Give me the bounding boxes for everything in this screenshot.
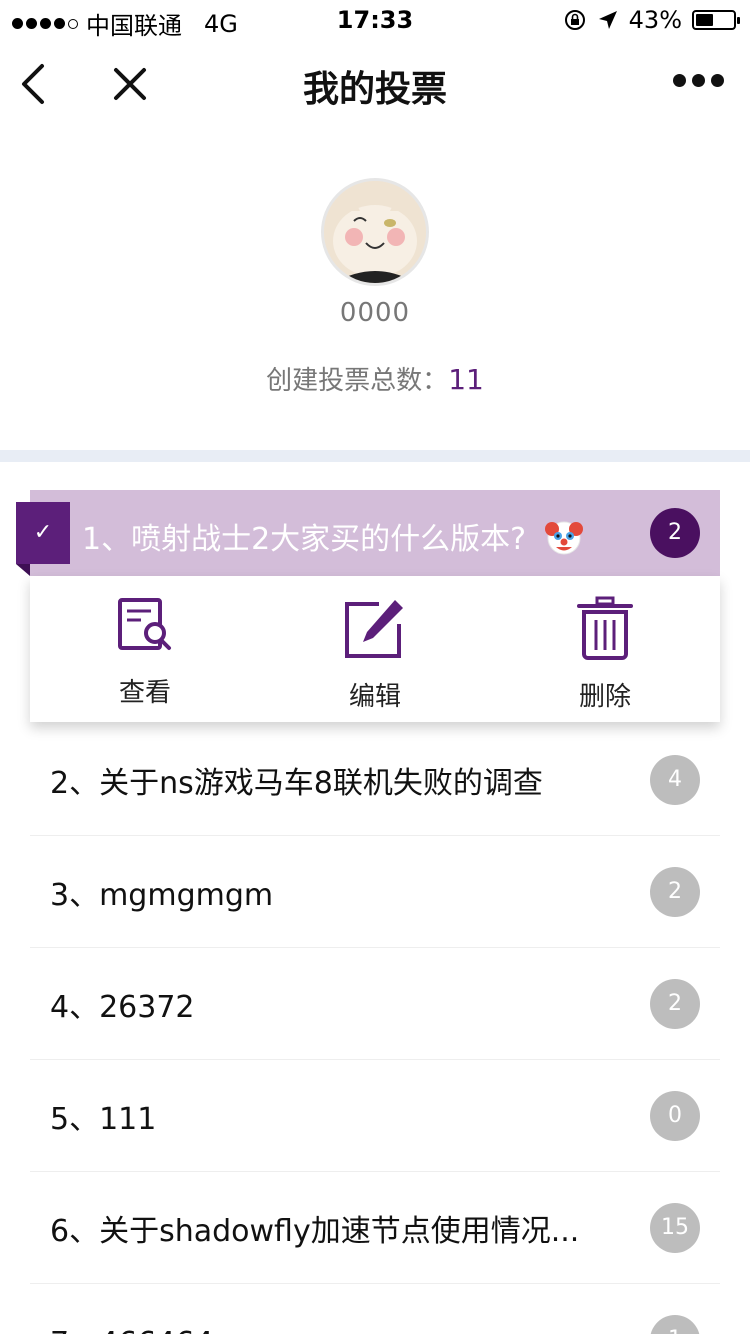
status-right: 43% — [563, 6, 740, 34]
username: 0000 — [339, 298, 411, 328]
navigation-bar: 我的投票 — [0, 40, 750, 128]
ribbon-fold — [16, 564, 30, 576]
vote-title: 5、111 — [50, 1102, 157, 1137]
section-divider — [0, 450, 750, 462]
vote-item[interactable]: 4、26372 2 — [30, 948, 720, 1060]
vote-count-badge: 2 — [650, 979, 700, 1029]
vote-title: 1、喷射战士2大家买的什么版本? — [82, 514, 584, 561]
delete-button[interactable]: 删除 — [545, 596, 665, 713]
battery-icon — [692, 10, 740, 30]
vote-total-label: 创建投票总数： — [266, 366, 449, 396]
vote-item[interactable]: 5、111 0 — [30, 1060, 720, 1172]
vote-item[interactable]: 6、关于shadowfly加速节点使用情况... 15 — [30, 1172, 720, 1284]
clown-face-icon — [544, 521, 583, 554]
vote-count-badge: 0 — [650, 1091, 700, 1141]
view-label: 查看 — [118, 678, 171, 708]
rotation-lock-icon — [564, 10, 585, 30]
vote-item[interactable]: 7、466464 1 — [30, 1284, 720, 1334]
vote-total-count: 11 — [448, 363, 484, 396]
vote-count-badge: 4 — [650, 755, 700, 805]
vote-title: 7、466464 — [50, 1318, 214, 1334]
edit-pencil-icon — [345, 600, 403, 658]
vote-title: 2、关于ns游戏马车8联机失败的调查 — [50, 766, 543, 801]
delete-label: 删除 — [578, 682, 631, 712]
view-document-icon — [118, 598, 171, 650]
edit-label: 编辑 — [348, 682, 401, 712]
vote-title: 6、关于shadowfly加速节点使用情况... — [50, 1214, 580, 1249]
selected-check-icon: ✓ — [16, 502, 70, 564]
more-options-icon[interactable] — [673, 74, 724, 87]
page-title: 我的投票 — [302, 69, 447, 110]
vote-item-selected[interactable]: 1、喷射战士2大家买的什么版本? 2 — [30, 490, 720, 576]
vote-item[interactable]: 3、mgmgmgm 2 — [30, 836, 720, 948]
vote-title: 3、mgmgmgm — [50, 878, 274, 913]
trash-icon — [577, 596, 633, 660]
vote-count-badge: 15 — [650, 1203, 700, 1253]
view-button[interactable]: 查看 — [85, 596, 205, 709]
avatar — [321, 178, 429, 286]
vote-count-badge: 1 — [650, 1315, 700, 1334]
location-arrow-icon — [598, 11, 617, 29]
vote-count-badge: 2 — [650, 508, 700, 558]
battery-percent: 43% — [628, 6, 682, 34]
vote-actions-panel: 查看 编辑 删除 — [30, 576, 720, 722]
avatar-image — [324, 181, 426, 283]
status-bar: 中国联通 4G 17:33 43% — [0, 0, 750, 40]
vote-title: 4、26372 — [50, 990, 195, 1025]
vote-item[interactable]: 2、关于ns游戏马车8联机失败的调查 4 — [30, 724, 720, 836]
edit-button[interactable]: 编辑 — [315, 596, 435, 713]
vote-count-badge: 2 — [650, 867, 700, 917]
vote-total: 创建投票总数：11 — [0, 360, 750, 397]
